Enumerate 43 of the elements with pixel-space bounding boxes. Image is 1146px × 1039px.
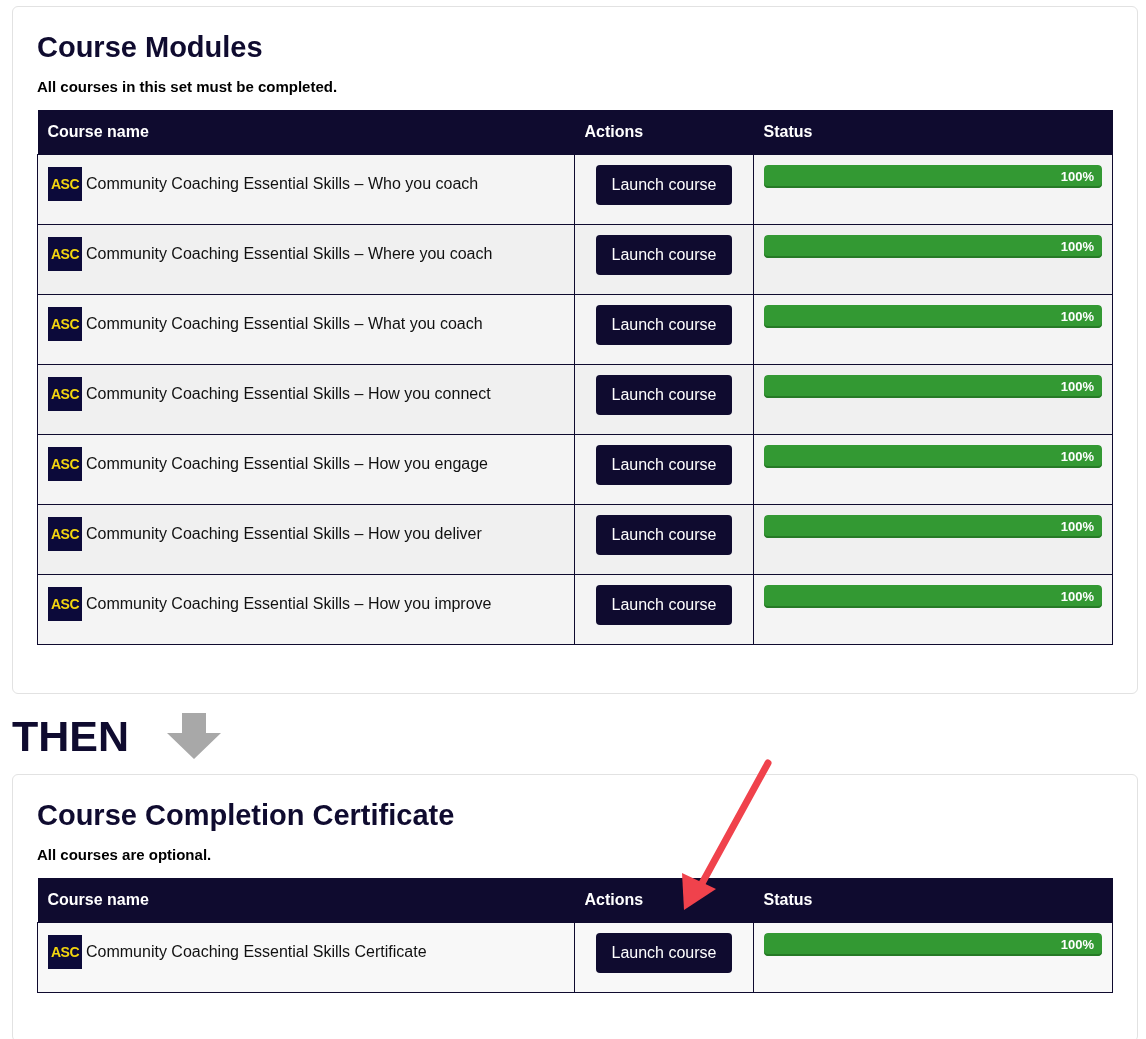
launch-course-button[interactable]: Launch course — [595, 585, 733, 625]
course-name: Community Coaching Essential Skills – How you deliver — [86, 525, 482, 543]
progress-reading: 100% — [1060, 169, 1094, 184]
logo-icon: ASC — [48, 237, 82, 271]
column-header: Status — [763, 891, 813, 909]
course-name: Community Coaching Essential Skills Certificate — [86, 943, 427, 961]
column-header: Actions — [584, 123, 644, 141]
column-header: Status — [763, 123, 813, 141]
section-subtitle: All courses are optional. — [37, 846, 213, 863]
launch-course-button[interactable]: Launch course — [595, 235, 733, 275]
logo-icon: ASC — [48, 447, 82, 481]
launch-course-button[interactable]: Launch course — [595, 515, 733, 555]
progress-reading: 100% — [1060, 937, 1094, 952]
course-name: Community Coaching Essential Skills – How you connect — [86, 385, 491, 403]
logo-icon: ASC — [48, 167, 82, 201]
logo-icon: ASC — [48, 377, 82, 411]
progress-reading: 100% — [1060, 589, 1094, 604]
column-header: Actions — [584, 891, 644, 909]
progress-reading: 100% — [1060, 519, 1094, 534]
progress-reading: 100% — [1060, 239, 1094, 254]
section-title: Course Modules — [37, 31, 264, 64]
launch-course-button[interactable]: Launch course — [595, 933, 733, 973]
course-name: Community Coaching Essential Skills – How you improve — [86, 595, 492, 613]
logo-icon: ASC — [48, 935, 82, 969]
course-name: Community Coaching Essential Skills – What you coach — [86, 315, 483, 333]
section-subtitle: All courses in this set must be completed. — [37, 78, 339, 95]
launch-course-button[interactable]: Launch course — [595, 445, 733, 485]
section-title: Course Completion Certificate — [37, 799, 456, 832]
progress-reading: 100% — [1060, 309, 1094, 324]
logo-icon: ASC — [48, 587, 82, 621]
progress-reading: 100% — [1060, 379, 1094, 394]
course-name: Community Coaching Essential Skills – Where you coach — [86, 245, 493, 263]
course-name: Community Coaching Essential Skills – How you engage — [86, 455, 488, 473]
column-header: Course name — [47, 891, 149, 909]
launch-course-button[interactable]: Launch course — [595, 375, 733, 415]
progress-reading: 100% — [1060, 449, 1094, 464]
course-name: Community Coaching Essential Skills – Who you coach — [86, 175, 479, 193]
logo-icon: ASC — [48, 517, 82, 551]
then-label: THEN — [12, 711, 130, 761]
launch-course-button[interactable]: Launch course — [595, 165, 733, 205]
logo-icon: ASC — [48, 307, 82, 341]
column-header: Course name — [47, 123, 149, 141]
launch-course-button[interactable]: Launch course — [595, 305, 733, 345]
